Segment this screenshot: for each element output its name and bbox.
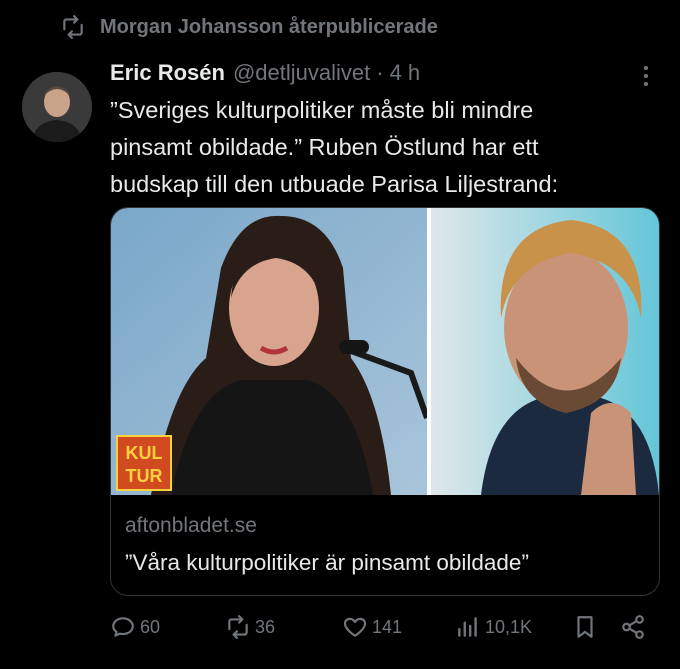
author-handle[interactable]: @detljuvalivet xyxy=(233,60,370,86)
avatar[interactable] xyxy=(22,72,92,142)
kultur-badge-line2: TUR xyxy=(126,466,163,486)
repost-icon xyxy=(63,15,83,39)
tweet-text-line: pinsamt obildade.” Ruben Östlund har ett xyxy=(110,134,539,160)
repost-text: Morgan Johansson återpublicerade xyxy=(100,15,438,38)
reply-button[interactable]: 60 xyxy=(110,614,160,640)
tweet-header: Eric Rosén @detljuvalivet · 4 h xyxy=(110,60,660,86)
bookmark-button[interactable] xyxy=(572,614,598,640)
card-title: ”Våra kulturpolitiker är pinsamt obildad… xyxy=(125,550,529,575)
kultur-badge-line1: KUL xyxy=(126,443,163,463)
tweet-time[interactable]: 4 h xyxy=(390,60,421,86)
heart-icon xyxy=(343,617,367,637)
repost-button[interactable]: 36 xyxy=(225,614,275,640)
tweet-text-line: ”Sveriges kulturpolitiker måste bli mind… xyxy=(110,97,534,123)
separator-dot: · xyxy=(376,60,384,85)
avatar-image xyxy=(22,72,92,142)
like-button[interactable]: 141 xyxy=(342,614,402,640)
like-count: 141 xyxy=(372,616,403,637)
reply-count: 60 xyxy=(140,616,161,637)
tweet-text-line: budskap till den utbuade Parisa Liljestr… xyxy=(110,171,559,197)
more-options-icon[interactable] xyxy=(634,64,658,88)
views-icon xyxy=(458,617,477,637)
tweet-text: ”Sveriges kulturpolitiker måste bli mind… xyxy=(110,92,650,203)
repost-count: 36 xyxy=(255,616,276,637)
link-card[interactable]: KUL TUR aftonbladet.se ”Våra kulturpolit… xyxy=(110,207,660,596)
repost-icon xyxy=(228,615,248,639)
action-bar: 60 36 141 10,1K xyxy=(110,610,650,644)
author-name[interactable]: Eric Rosén xyxy=(110,60,225,86)
repost-context[interactable]: Morgan Johansson återpublicerade xyxy=(60,14,438,40)
bookmark-icon xyxy=(577,616,593,638)
share-button[interactable] xyxy=(620,614,646,640)
views-count: 10,1K xyxy=(485,616,533,637)
card-domain: aftonbladet.se xyxy=(125,514,257,537)
card-image: KUL TUR xyxy=(111,208,659,495)
views-button[interactable]: 10,1K xyxy=(455,614,532,640)
reply-icon xyxy=(112,617,134,637)
share-icon xyxy=(622,615,644,639)
